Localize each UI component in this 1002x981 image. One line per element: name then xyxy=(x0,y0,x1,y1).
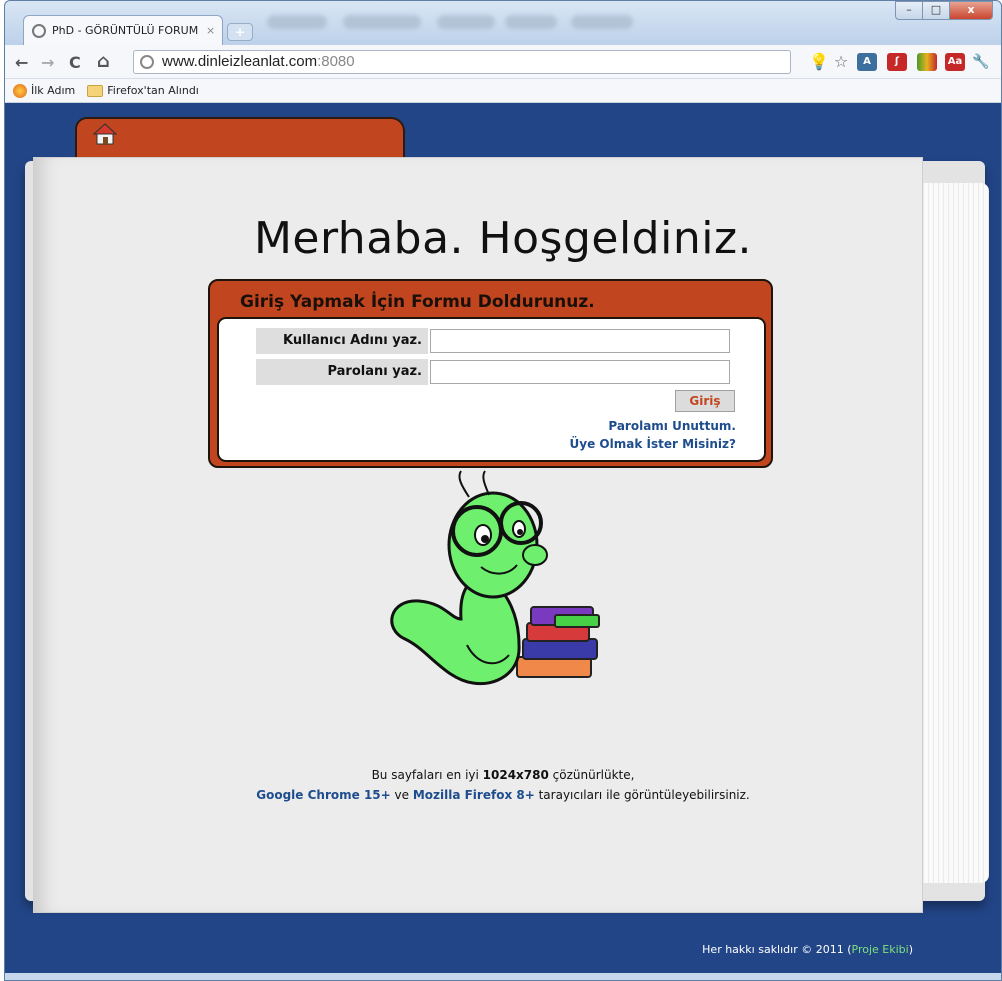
footer-text: Bu sayfaları en iyi xyxy=(371,768,483,782)
register-link[interactable]: Üye Olmak İster Misiniz? xyxy=(570,437,736,451)
welcome-heading: Merhaba. Hoşgeldiniz. xyxy=(253,213,753,264)
reload-button[interactable]: C xyxy=(69,53,81,72)
tab-title: PhD - GÖRÜNTÜLÜ FORUM xyxy=(52,24,199,37)
url-host: www.dinleizleanlat.com xyxy=(162,53,318,70)
back-button[interactable]: ← xyxy=(15,53,28,72)
globe-icon xyxy=(32,23,46,38)
translate-icon[interactable]: A xyxy=(857,53,877,71)
pdf-icon[interactable]: ʃ xyxy=(887,53,907,71)
footer-line-1: Bu sayfaları en iyi 1024x780 çözünürlükt… xyxy=(5,765,1001,785)
url-port: :8080 xyxy=(317,53,355,70)
login-form: Kullanıcı Adını yaz. Parolanı yaz. Giriş… xyxy=(217,317,766,462)
folder-icon xyxy=(87,84,104,97)
page-content: Merhaba. Hoşgeldiniz. Giriş Yapmak İçin … xyxy=(5,103,1001,973)
blurred-tab xyxy=(437,15,495,29)
home-tab[interactable] xyxy=(75,117,405,159)
copyright: Her hakkı saklıdır © 2011 (Proje Ekibi) xyxy=(702,943,913,956)
username-label: Kullanıcı Adını yaz. xyxy=(256,328,428,354)
home-button[interactable]: ⌂ xyxy=(97,51,110,72)
dictionary-icon[interactable]: Aa xyxy=(945,53,965,71)
bookmark-label: İlk Adım xyxy=(31,84,76,97)
firefox-text: Mozilla Firefox 8+ xyxy=(412,788,535,802)
lightbulb-icon[interactable]: 💡 xyxy=(809,53,829,71)
login-button[interactable]: Giriş xyxy=(675,390,735,412)
username-row: Kullanıcı Adını yaz. xyxy=(256,328,730,354)
bookmark-ilk-adim[interactable]: İlk Adım xyxy=(13,83,76,98)
close-tab-icon[interactable]: × xyxy=(206,24,215,37)
password-label: Parolanı yaz. xyxy=(256,359,428,385)
maximize-button[interactable]: □ xyxy=(922,1,950,20)
new-tab-button[interactable]: + xyxy=(227,23,253,41)
browser-toolbar: ← → C ⌂ www.dinleizleanlat.com:8080 💡 ☆ … xyxy=(5,45,1001,79)
copyright-text: ) xyxy=(908,943,913,956)
blurred-tab xyxy=(571,15,633,29)
chrome-text: Google Chrome 15+ xyxy=(256,788,391,802)
footer-text: çözünürlükte, xyxy=(548,768,635,782)
bookmark-folder-firefox[interactable]: Firefox'tan Alındı xyxy=(87,84,199,97)
footer-line-2: Google Chrome 15+ ve Mozilla Firefox 8+ … xyxy=(5,785,1001,805)
login-panel: Giriş Yapmak İçin Formu Doldurunuz. Kull… xyxy=(208,279,773,468)
window-controls: – □ x xyxy=(895,1,993,20)
password-row: Parolanı yaz. xyxy=(256,359,730,385)
browser-window: PhD - GÖRÜNTÜLÜ FORUM × + – □ x ← → C ⌂ … xyxy=(4,0,1002,981)
site-info-icon[interactable] xyxy=(140,55,154,69)
wrench-icon[interactable]: 🔧 xyxy=(971,53,991,71)
minimize-button[interactable]: – xyxy=(895,1,923,20)
footer-note: Bu sayfaları en iyi 1024x780 çözünürlükt… xyxy=(5,765,1001,805)
address-bar[interactable]: www.dinleizleanlat.com:8080 xyxy=(133,50,791,74)
bookworm-mascot xyxy=(390,470,600,686)
copyright-text: Her hakkı saklıdır © 2011 ( xyxy=(702,943,852,956)
tab-strip: PhD - GÖRÜNTÜLÜ FORUM × + – □ x xyxy=(5,1,1001,45)
blurred-tab xyxy=(505,15,557,29)
username-input[interactable] xyxy=(430,329,730,353)
forgot-password-link[interactable]: Parolamı Unuttum. xyxy=(608,419,736,433)
footer-text: ve xyxy=(390,788,413,802)
footer-text: tarayıcıları ile görüntüleyebilirsiniz. xyxy=(534,788,750,802)
star-icon[interactable]: ☆ xyxy=(831,53,851,71)
blurred-tab xyxy=(267,15,327,29)
login-title: Giriş Yapmak İçin Formu Doldurunuz. xyxy=(240,292,595,312)
bookmark-label: Firefox'tan Alındı xyxy=(107,84,199,97)
project-team-link[interactable]: Proje Ekibi xyxy=(852,943,909,956)
blurred-tab xyxy=(343,15,421,29)
password-input[interactable] xyxy=(430,360,730,384)
close-window-button[interactable]: x xyxy=(949,1,993,20)
tab-active[interactable]: PhD - GÖRÜNTÜLÜ FORUM × xyxy=(23,15,223,45)
firefox-icon xyxy=(13,83,27,98)
house-icon xyxy=(93,123,117,145)
chart-ext-icon[interactable] xyxy=(917,53,937,71)
bookmarks-bar: İlk Adım Firefox'tan Alındı xyxy=(5,79,1001,103)
forward-button[interactable]: → xyxy=(41,53,54,72)
resolution-text: 1024x780 xyxy=(482,768,549,782)
